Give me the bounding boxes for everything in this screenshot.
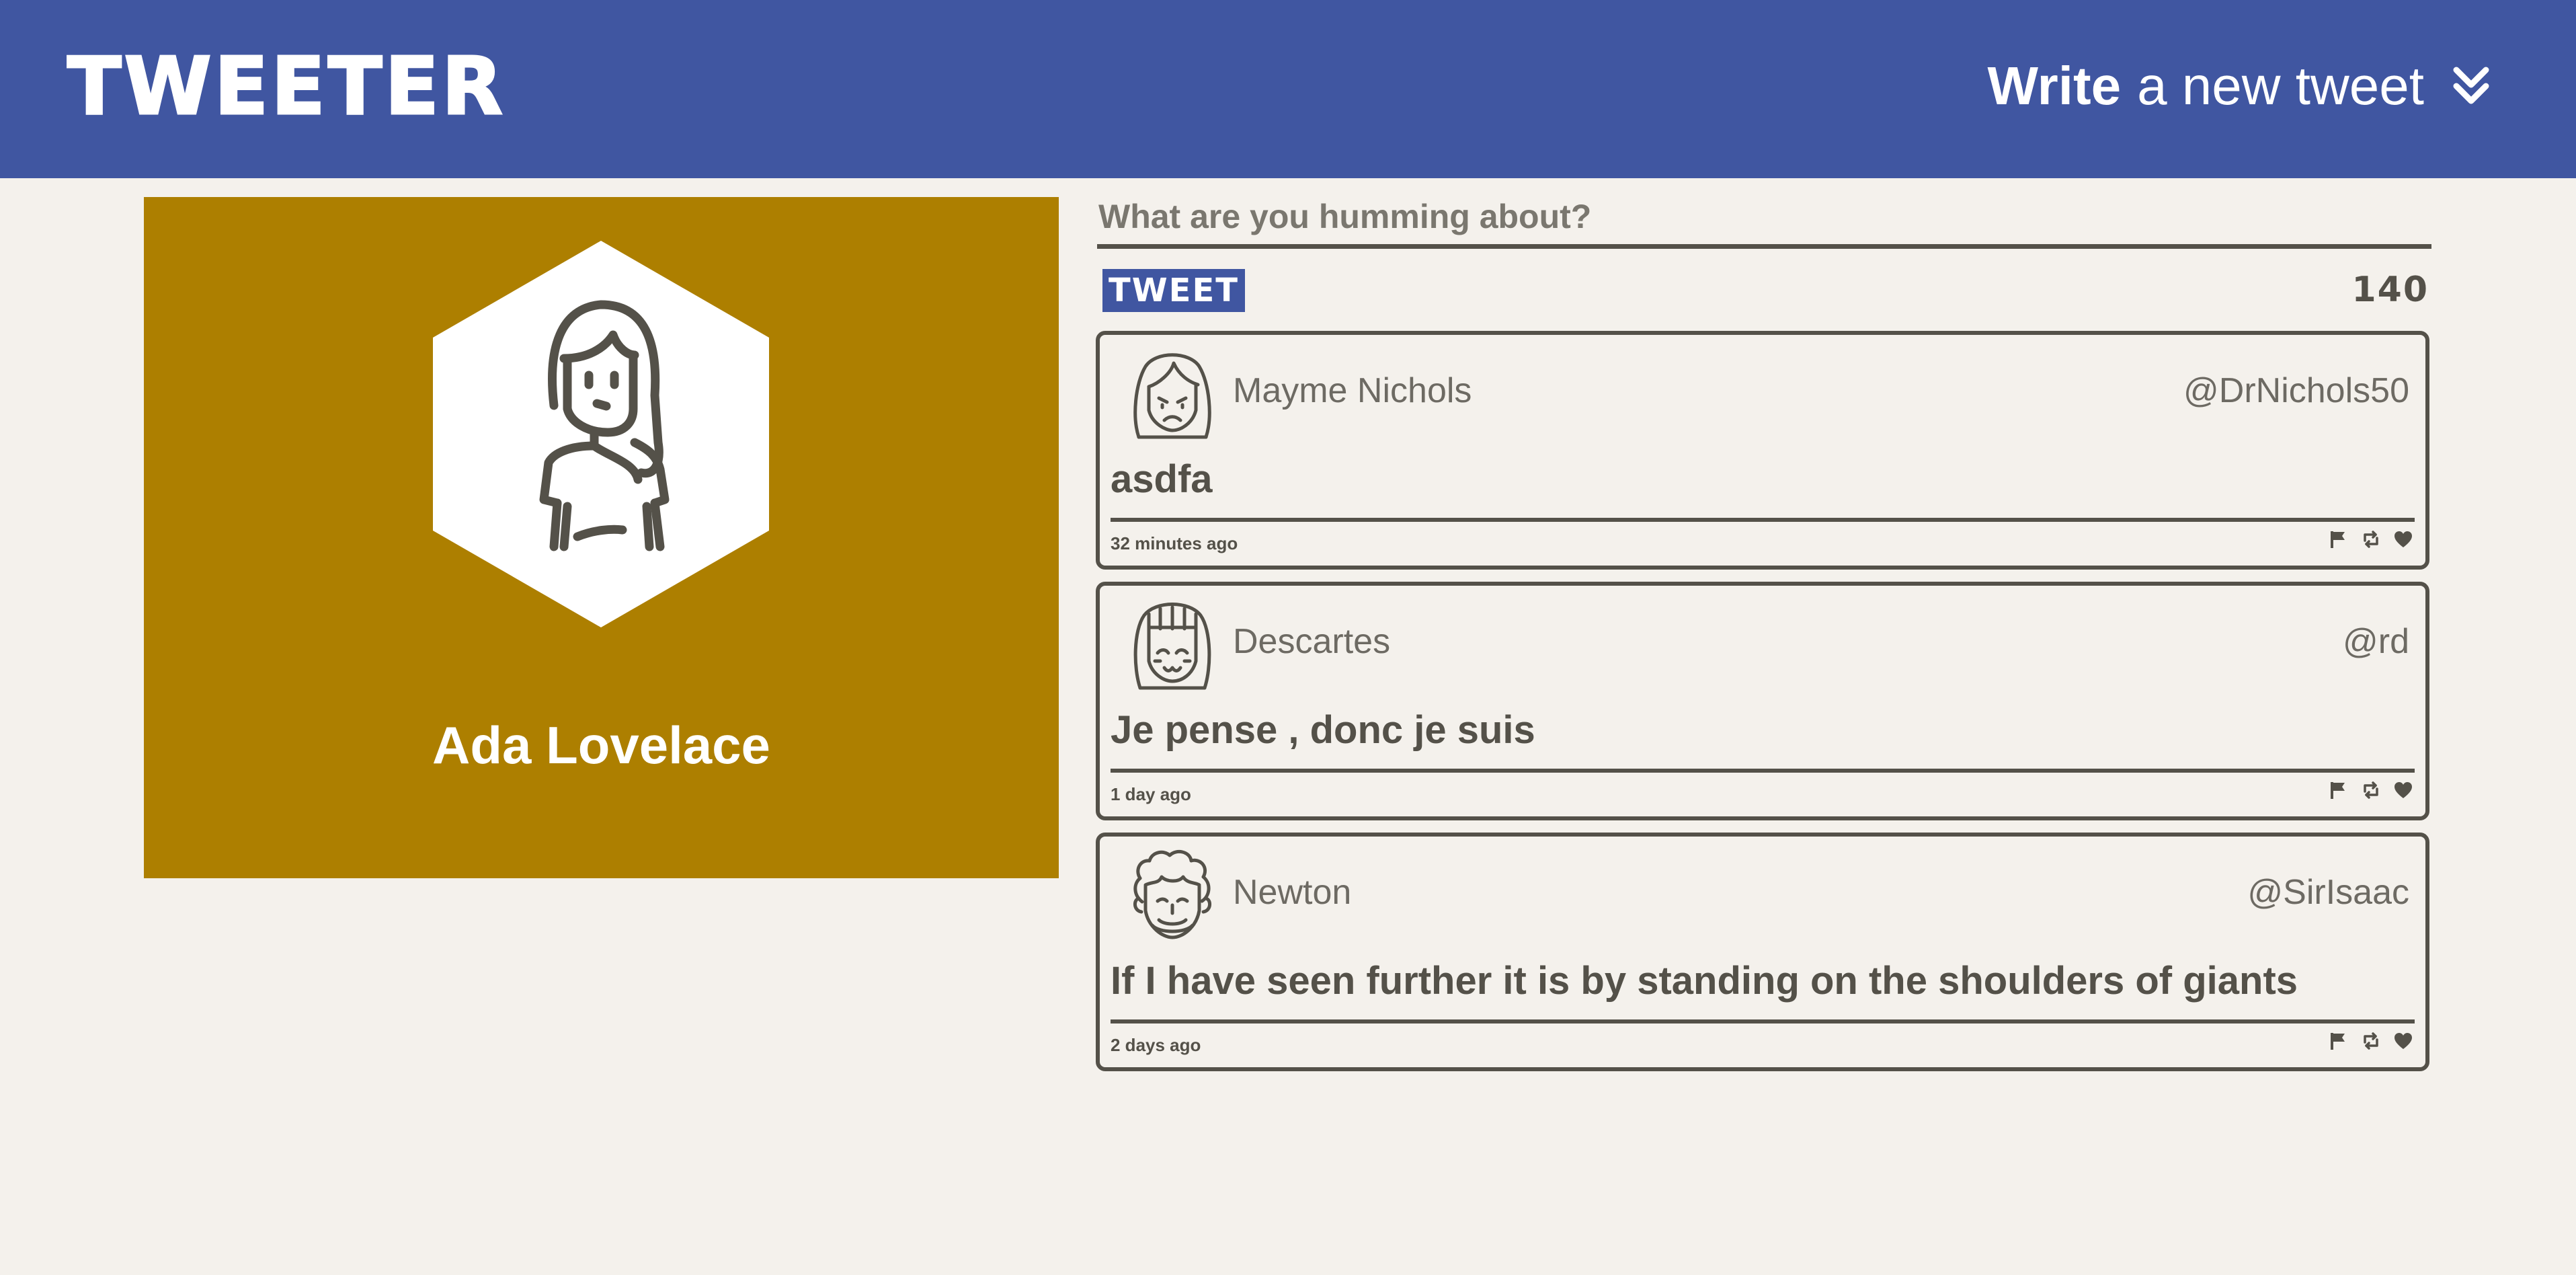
tweet-submit-button[interactable]: TWEET bbox=[1102, 269, 1245, 312]
tweet-actions bbox=[2329, 529, 2413, 549]
profile-avatar bbox=[433, 241, 769, 627]
profile-name: Ada Lovelace bbox=[432, 716, 770, 775]
tweet-actions bbox=[2329, 1031, 2413, 1051]
flag-icon[interactable] bbox=[2329, 1031, 2349, 1051]
tweet-author-name: Newton bbox=[1233, 873, 1352, 912]
tweet-card: Newton @SirIsaac If I have seen further … bbox=[1096, 833, 2429, 1071]
profile-card: Ada Lovelace bbox=[144, 197, 1059, 878]
smiling-bangs-avatar-icon bbox=[1133, 603, 1211, 690]
tweet-divider bbox=[1111, 518, 2415, 522]
retweet-icon[interactable] bbox=[2361, 1031, 2381, 1051]
tweet-content: If I have seen further it is by standing… bbox=[1111, 959, 2298, 1003]
flag-icon[interactable] bbox=[2329, 529, 2349, 549]
write-new-tweet-toggle[interactable]: Write a new tweet bbox=[1988, 52, 2490, 120]
heart-icon[interactable] bbox=[2393, 780, 2413, 800]
tweet-author-handle[interactable]: @rd bbox=[2343, 618, 2409, 665]
tweet-timestamp: 32 minutes ago bbox=[1111, 533, 1238, 553]
app-logo[interactable]: TWEETER bbox=[67, 39, 506, 134]
tweet-author-handle[interactable]: @SirIsaac bbox=[2247, 869, 2409, 916]
tweet-content: asdfa bbox=[1111, 457, 1213, 501]
flag-icon[interactable] bbox=[2329, 780, 2349, 800]
compose-toggle-bold-label: Write bbox=[1987, 56, 2122, 116]
new-tweet-form: TWEET 140 bbox=[1097, 195, 2431, 324]
tweet-card: Descartes @rd Je pense , donc je suis 1 … bbox=[1096, 582, 2429, 820]
retweet-icon[interactable] bbox=[2361, 780, 2381, 800]
double-chevron-down-icon bbox=[2453, 67, 2489, 104]
heart-icon[interactable] bbox=[2393, 1031, 2413, 1051]
tweet-divider bbox=[1111, 1019, 2415, 1023]
curly-hair-avatar-icon bbox=[1133, 849, 1211, 939]
tweet-divider bbox=[1111, 769, 2415, 773]
top-nav-bar: TWEETER Write a new tweet bbox=[0, 0, 2576, 178]
compose-toggle-label: a new tweet bbox=[2137, 56, 2424, 116]
tweet-text-input[interactable] bbox=[1097, 195, 2431, 249]
sad-woman-avatar-icon bbox=[1133, 353, 1211, 439]
tweet-card: Mayme Nichols @DrNichols50 asdfa 32 minu… bbox=[1096, 331, 2429, 570]
tweet-author-name: Mayme Nichols bbox=[1233, 371, 1472, 410]
tweet-timestamp: 1 day ago bbox=[1111, 784, 1191, 804]
retweet-icon[interactable] bbox=[2361, 529, 2381, 549]
tweet-actions bbox=[2329, 780, 2413, 800]
tweet-content: Je pense , donc je suis bbox=[1111, 708, 1535, 752]
heart-icon[interactable] bbox=[2393, 529, 2413, 549]
tweet-author-handle[interactable]: @DrNichols50 bbox=[2183, 367, 2409, 414]
tweet-author-name: Descartes bbox=[1233, 622, 1391, 661]
character-counter: 140 bbox=[2351, 270, 2429, 310]
tweet-timestamp: 2 days ago bbox=[1111, 1035, 1201, 1055]
compose-actions-row: TWEET 140 bbox=[1097, 264, 2431, 324]
woman-avatar-icon bbox=[433, 241, 769, 627]
